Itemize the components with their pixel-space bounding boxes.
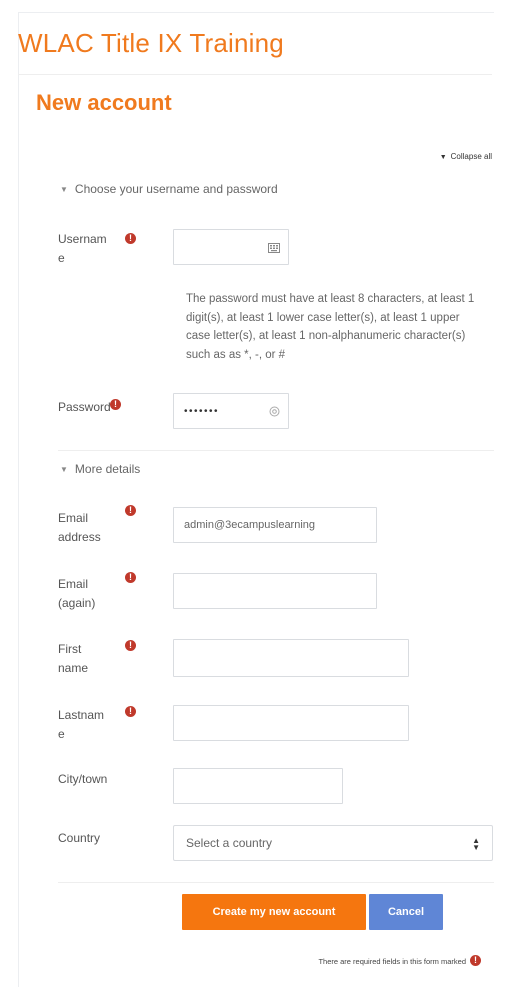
section-title-credentials: Choose your username and password [74, 182, 278, 196]
required-icon: ! [125, 640, 136, 651]
collapse-all-link[interactable]: ▼ Collapse all [440, 152, 492, 161]
password-input[interactable]: ••••••• [173, 393, 289, 429]
site-title[interactable]: WLAC Title IX Training [18, 28, 284, 59]
country-selected-value: Select a country [186, 836, 273, 850]
lastname-label: Lastnam e [58, 708, 105, 741]
collapse-all-label: Collapse all [450, 152, 492, 161]
password-policy-hint: The password must have at least 8 charac… [186, 293, 475, 361]
triangle-down-icon: ▼ [60, 185, 68, 194]
city-label: City/town [58, 772, 108, 786]
email-input[interactable]: admin@3ecampuslearning [173, 507, 377, 543]
lastname-input[interactable] [173, 705, 409, 741]
section-toggle-details[interactable]: ▼ More details [60, 462, 140, 476]
create-account-button[interactable]: Create my new account [182, 894, 366, 930]
username-label: Usernam e [58, 232, 107, 265]
country-label: Country [58, 831, 101, 845]
sort-caret-icon: ▲ ▼ [472, 836, 480, 852]
header-divider [18, 74, 492, 75]
required-icon: ! [470, 955, 481, 966]
eye-icon[interactable] [269, 406, 280, 417]
triangle-down-icon: ▼ [60, 465, 68, 474]
buttons-divider [58, 882, 494, 883]
password-label: Password [58, 400, 111, 414]
firstname-input[interactable] [173, 639, 409, 677]
required-icon: ! [125, 233, 136, 244]
required-icon: ! [125, 505, 136, 516]
required-fields-note: There are required fields in this form m… [318, 957, 466, 966]
triangle-down-icon: ▼ [439, 154, 447, 161]
page-title: New account [36, 90, 172, 115]
keyboard-icon [268, 243, 280, 253]
email-again-label: Email (again) [58, 577, 96, 610]
firstname-label: First name [58, 642, 89, 675]
section-divider [58, 450, 494, 451]
email-label: Email address [58, 511, 101, 544]
required-icon: ! [125, 572, 136, 583]
username-input[interactable] [173, 229, 289, 265]
country-select[interactable]: Select a country ▲ ▼ [173, 825, 493, 861]
section-title-details: More details [74, 462, 141, 476]
cancel-button[interactable]: Cancel [369, 894, 443, 930]
city-input[interactable] [173, 768, 343, 804]
email-again-input[interactable] [173, 573, 377, 609]
required-icon: ! [110, 399, 121, 410]
section-toggle-credentials[interactable]: ▼ Choose your username and password [60, 182, 278, 196]
required-icon: ! [125, 706, 136, 717]
